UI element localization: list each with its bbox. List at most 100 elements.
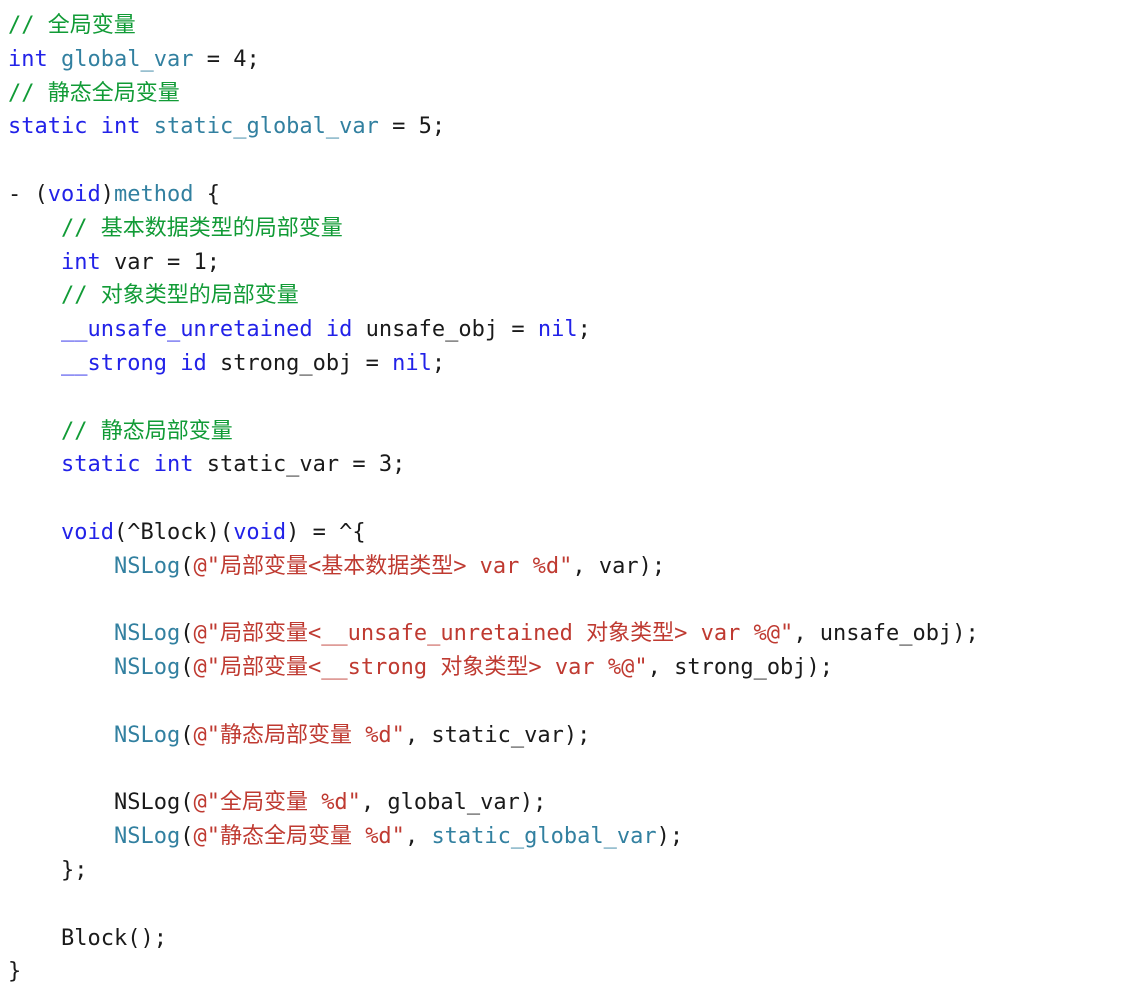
token-comment: // 静态局部变量	[60, 418, 233, 444]
code-line[interactable]	[8, 888, 1142, 922]
token-punct: ;	[431, 114, 446, 140]
token-plain: (	[180, 790, 194, 816]
code-line[interactable]: __unsafe_unretained id unsafe_obj = nil;	[8, 313, 1142, 347]
token-plain: (	[180, 722, 194, 748]
code-line[interactable]	[8, 482, 1142, 516]
token-number: 5	[418, 114, 432, 140]
code-line[interactable]: // 基本数据类型的局部变量	[8, 212, 1142, 246]
token-plain: (	[180, 621, 194, 647]
code-line[interactable]: NSLog(@"局部变量<__unsafe_unretained 对象类型> v…	[8, 617, 1142, 651]
token-string: @"局部变量<基本数据类型> var %d"	[193, 553, 573, 579]
token-keyword: void	[233, 519, 287, 545]
token-keyword: id	[180, 350, 207, 376]
token-punct: ;	[246, 46, 260, 72]
token-punct: ;	[206, 249, 220, 275]
token-func: method	[113, 181, 194, 207]
code-line[interactable]	[8, 144, 1142, 178]
token-plain: NSLog	[113, 790, 181, 816]
token-plain: {	[193, 181, 220, 207]
token-punct: ;	[431, 350, 446, 376]
code-line[interactable]: NSLog(@"全局变量 %d", global_var);	[8, 786, 1142, 820]
token-plain: , global_var);	[360, 790, 547, 816]
token-plain: ,	[404, 824, 432, 850]
token-comment: // 基本数据类型的局部变量	[60, 215, 343, 241]
code-line[interactable]	[8, 753, 1142, 787]
code-line[interactable]: int var = 1;	[8, 246, 1142, 280]
token-keyword: void	[60, 519, 114, 545]
token-punct: ;	[392, 452, 406, 478]
token-plain: , static_var);	[404, 722, 591, 748]
code-line[interactable]	[8, 584, 1142, 618]
token-plain: Block();	[60, 925, 167, 951]
token-keyword: int	[100, 114, 141, 140]
code-block[interactable]: // 全局变量 int global_var = 4; // 静态全局变量 stati…	[0, 0, 1142, 992]
token-ident: static_global_var	[431, 824, 657, 850]
token-keyword: int	[153, 452, 194, 478]
code-line[interactable]: static int static_var = 3;	[8, 448, 1142, 482]
code-line[interactable]: - (void)method {	[8, 178, 1142, 212]
code-line[interactable]: NSLog(@"局部变量<__strong 对象类型> var %@", str…	[8, 651, 1142, 685]
token-func: NSLog	[113, 621, 181, 647]
token-keyword: id	[325, 317, 353, 343]
token-plain: (	[180, 824, 194, 850]
code-line[interactable]: NSLog(@"静态全局变量 %d", static_global_var);	[8, 820, 1142, 854]
token-plain: , strong_obj);	[647, 655, 834, 681]
code-line[interactable]	[8, 685, 1142, 719]
code-line[interactable]	[8, 381, 1142, 415]
token-keyword: void	[47, 181, 101, 207]
code-line[interactable]: // 静态全局变量	[8, 77, 1142, 111]
token-plain: unsafe_obj =	[352, 317, 538, 343]
token-keyword: nil	[537, 317, 578, 343]
token-string: @"静态全局变量 %d"	[193, 824, 405, 850]
code-line[interactable]: Block();	[8, 922, 1142, 956]
code-line[interactable]: NSLog(@"局部变量<基本数据类型> var %d", var);	[8, 550, 1142, 584]
code-line[interactable]: }	[8, 955, 1142, 989]
code-line[interactable]: int global_var = 4;	[8, 43, 1142, 77]
token-plain: , unsafe_obj);	[793, 621, 979, 647]
token-plain: };	[60, 857, 88, 883]
code-line[interactable]: NSLog(@"静态局部变量 %d", static_var);	[8, 719, 1142, 753]
token-keyword: nil	[392, 350, 432, 376]
token-keyword: __strong	[60, 350, 167, 376]
token-comment: // 全局变量	[8, 13, 136, 38]
code-line[interactable]: };	[8, 854, 1142, 888]
token-func: NSLog	[113, 722, 181, 748]
code-line[interactable]: // 全局变量	[8, 9, 1142, 43]
token-ident: global_var	[61, 46, 194, 72]
code-line[interactable]: void(^Block)(void) = ^{	[8, 516, 1142, 550]
token-comment: // 对象类型的局部变量	[60, 283, 299, 309]
token-punct: =	[392, 114, 406, 140]
token-func: NSLog	[113, 655, 181, 681]
token-plain: ) = ^{	[286, 519, 366, 545]
code-line[interactable]: __strong id strong_obj = nil;	[8, 347, 1142, 381]
code-line[interactable]: static int static_global_var = 5;	[8, 110, 1142, 144]
code-line[interactable]: // 对象类型的局部变量	[8, 279, 1142, 313]
token-punct: =	[206, 46, 220, 72]
token-keyword: int	[8, 46, 48, 72]
token-string: @"全局变量 %d"	[193, 790, 361, 816]
token-plain: static_var =	[193, 452, 379, 478]
token-number: 1	[193, 249, 207, 275]
token-plain: , var);	[572, 553, 666, 579]
code-line[interactable]: // 静态局部变量	[8, 415, 1142, 449]
token-comment: // 静态全局变量	[8, 80, 180, 106]
